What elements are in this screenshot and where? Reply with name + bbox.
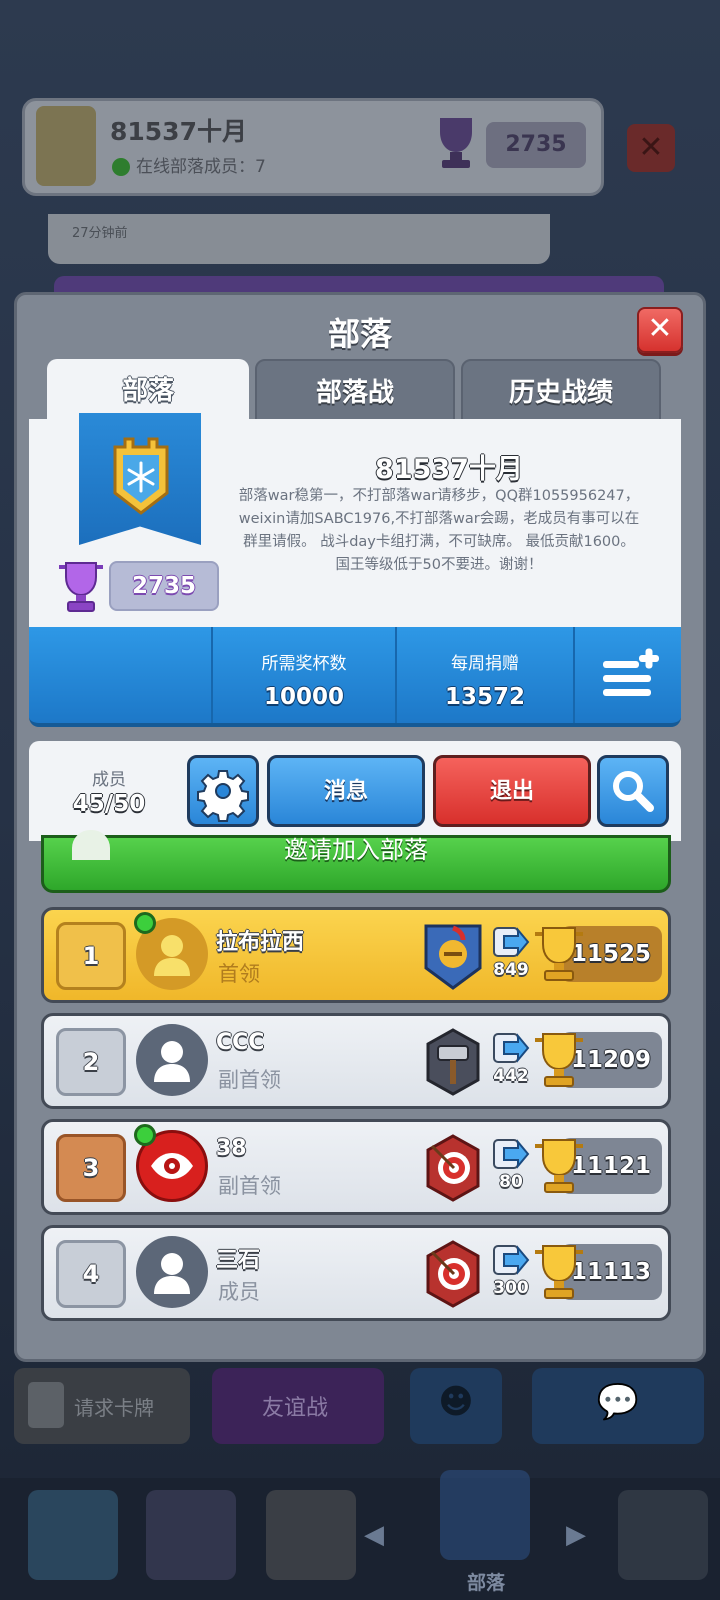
member-role: 首领 bbox=[218, 962, 260, 986]
member-rank: 1 bbox=[56, 922, 126, 990]
required-trophies-value: 10000 bbox=[263, 684, 345, 710]
arena-target-icon bbox=[426, 1240, 480, 1308]
online-dot-icon bbox=[112, 158, 130, 176]
member-rank: 3 bbox=[56, 1134, 126, 1202]
nav-shop-icon[interactable] bbox=[28, 1490, 118, 1580]
member-rank: 4 bbox=[56, 1240, 126, 1308]
invite-button[interactable]: 邀请加入部落 bbox=[41, 830, 671, 893]
online-status-icon bbox=[134, 912, 156, 934]
clan-description: 部落war稳第一，不打部落war请移步，QQ群1055956247，weixin… bbox=[238, 488, 640, 573]
friendly-battle-label: 友谊战 bbox=[262, 1396, 329, 1421]
settings-button[interactable] bbox=[187, 755, 259, 827]
member-row[interactable]: 2 CCC 副首领 442 11209 bbox=[41, 1013, 671, 1109]
weekly-donations-label: 每周捐赠 bbox=[451, 654, 519, 674]
clan-trophies: 2735 bbox=[109, 561, 219, 611]
search-button[interactable] bbox=[597, 755, 669, 827]
nav-battle-icon[interactable] bbox=[266, 1490, 356, 1580]
purple-trophy-icon bbox=[59, 562, 103, 612]
gear-icon bbox=[197, 770, 249, 822]
member-row[interactable]: 1 拉布拉西 首领 849 11525 bbox=[41, 907, 671, 1003]
clan-panel: 部落 ✕ 部落 部落战 历史战绩 81537十月 部落war稳第一，不打部落wa… bbox=[14, 292, 706, 1362]
cards-donate-icon bbox=[493, 1033, 530, 1063]
weekly-donations-stat: 每周捐赠 13572 bbox=[395, 627, 573, 723]
tab-war-history[interactable]: 历史战绩 bbox=[461, 359, 661, 423]
required-trophies-label: 所需奖杯数 bbox=[261, 654, 347, 674]
member-name: 三石 bbox=[216, 1248, 261, 1273]
bg-clan-badge bbox=[36, 106, 96, 186]
avatar bbox=[136, 1024, 208, 1096]
member-name: 拉布拉西 bbox=[216, 930, 305, 955]
bg-trophy-count: 2735 bbox=[486, 122, 586, 168]
chat-bubble-icon: 💬 bbox=[596, 1382, 640, 1422]
members-label: 成员 bbox=[92, 770, 126, 790]
close-icon: ✕ bbox=[647, 311, 673, 346]
gold-trophy-icon bbox=[535, 1033, 583, 1087]
cards-donate-icon bbox=[493, 1245, 530, 1275]
clan-name: 81537十月 bbox=[375, 454, 523, 485]
bg-close-icon: ✕ bbox=[627, 124, 675, 172]
bg-chat-message: 27分钟前 bbox=[48, 214, 550, 264]
invite-label: 邀请加入部落 bbox=[284, 836, 428, 864]
nav-clan-icon[interactable] bbox=[440, 1470, 530, 1560]
close-button[interactable]: ✕ bbox=[637, 307, 683, 353]
bg-message-time: 27分钟前 bbox=[72, 226, 128, 241]
nav-clan-label: 部落 bbox=[466, 1572, 505, 1594]
leave-button[interactable]: 退出 bbox=[433, 755, 591, 827]
member-donations: 80 bbox=[499, 1172, 523, 1192]
member-rank: 2 bbox=[56, 1028, 126, 1096]
arena-hammer-icon bbox=[426, 1028, 480, 1096]
person-icon bbox=[154, 1253, 190, 1294]
member-row[interactable]: 3 38 副首领 80 11121 bbox=[41, 1119, 671, 1215]
gold-trophy-icon bbox=[535, 1139, 583, 1193]
nav-left-arrow-icon[interactable]: ◀ bbox=[364, 1520, 384, 1550]
member-donations: 442 bbox=[493, 1066, 529, 1086]
cards-donate-icon bbox=[493, 927, 530, 957]
avatar bbox=[136, 1236, 208, 1308]
nav-right-arrow-icon[interactable]: ▶ bbox=[566, 1520, 586, 1550]
nav-events-icon[interactable] bbox=[618, 1490, 708, 1580]
purple-trophy-icon bbox=[440, 118, 472, 168]
clan-info-card: 81537十月 部落war稳第一，不打部落war请移步，QQ群105595624… bbox=[29, 413, 681, 627]
arena-target-icon bbox=[426, 1134, 480, 1202]
friendly-battle-button[interactable]: 友谊战 bbox=[212, 1368, 384, 1444]
weekly-donations-value: 13572 bbox=[444, 684, 526, 710]
online-status-icon bbox=[134, 1124, 156, 1146]
clan-badge-icon bbox=[113, 437, 169, 515]
gold-trophy-icon bbox=[535, 1245, 583, 1299]
arena-knight-icon bbox=[424, 924, 482, 990]
tab-clan-war[interactable]: 部落战 bbox=[255, 359, 455, 423]
person-icon bbox=[154, 1041, 190, 1082]
member-name: 38 bbox=[216, 1136, 247, 1161]
message-button[interactable]: 消息 bbox=[267, 755, 425, 827]
members-count: 45/50 bbox=[72, 791, 146, 817]
search-icon bbox=[613, 771, 654, 812]
member-row[interactable]: 4 三石 成员 300 11113 bbox=[41, 1225, 671, 1321]
emote-button[interactable]: ☻ bbox=[410, 1368, 502, 1444]
request-cards-button[interactable]: 请求卡牌 bbox=[14, 1368, 190, 1444]
member-role: 副首领 bbox=[218, 1068, 281, 1092]
list-plus-icon bbox=[603, 648, 659, 696]
member-donations: 300 bbox=[493, 1278, 529, 1298]
request-cards-label: 请求卡牌 bbox=[74, 1396, 154, 1420]
bg-clan-name: 81537十月 bbox=[110, 117, 247, 146]
card-icon bbox=[28, 1382, 64, 1428]
required-trophies-stat: 所需奖杯数 10000 bbox=[211, 627, 395, 723]
bg-online-count: 在线部落成员：7 bbox=[112, 152, 266, 177]
member-name: CCC bbox=[216, 1030, 265, 1055]
gold-trophy-icon bbox=[535, 927, 583, 981]
bg-online-text: 在线部落成员：7 bbox=[136, 157, 266, 177]
chat-button[interactable]: 💬 bbox=[532, 1368, 704, 1444]
clan-details-button[interactable] bbox=[573, 627, 681, 723]
cards-donate-icon bbox=[493, 1139, 530, 1169]
smile-icon: ☻ bbox=[438, 1382, 474, 1422]
panel-title: 部落 bbox=[327, 315, 392, 353]
members-toolbar: 成员 45/50 消息 退出 bbox=[29, 741, 681, 841]
member-role: 成员 bbox=[218, 1280, 260, 1304]
member-donations: 849 bbox=[493, 960, 529, 980]
clan-stats-bar: 所需奖杯数 10000 每周捐赠 13572 bbox=[29, 627, 681, 727]
nav-cards-icon[interactable] bbox=[146, 1490, 236, 1580]
member-role: 副首领 bbox=[218, 1174, 281, 1198]
